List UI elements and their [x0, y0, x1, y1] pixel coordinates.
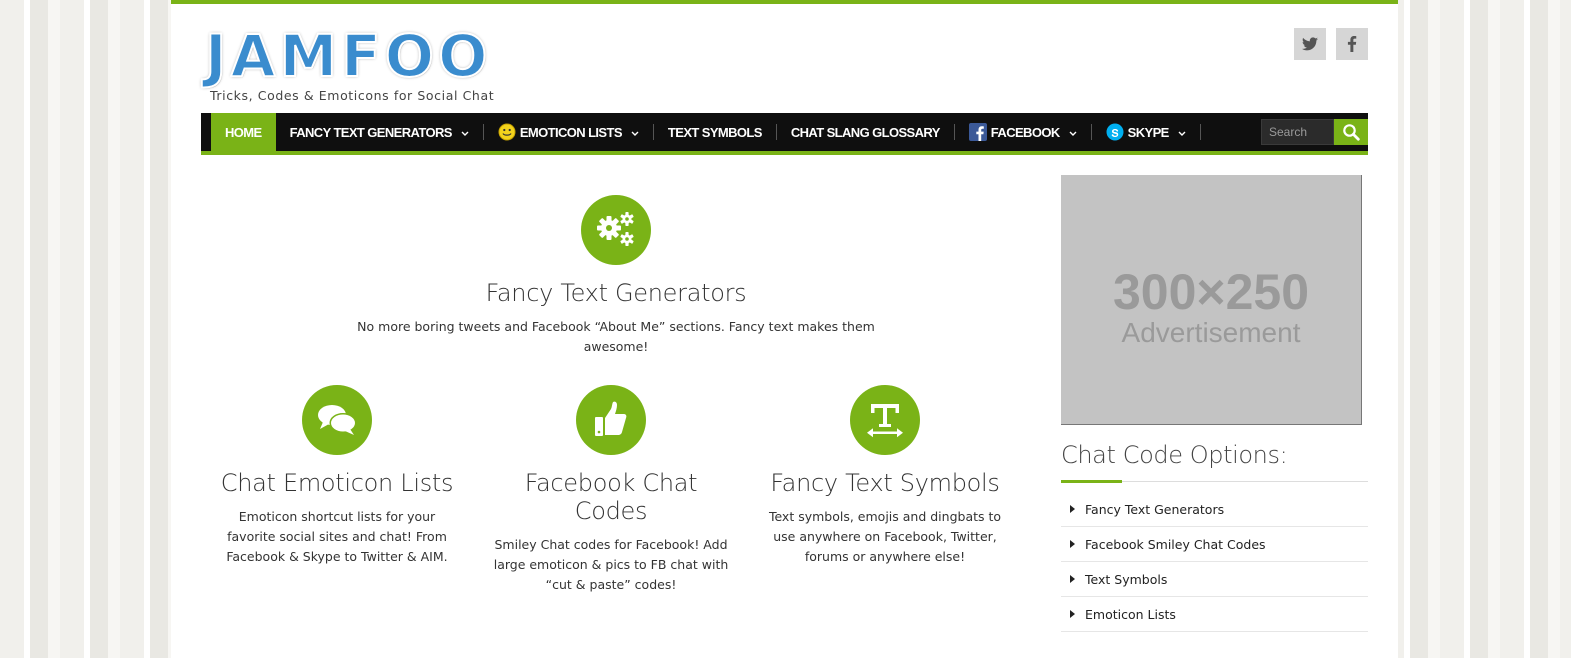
nav-fancy-text-label: FANCY TEXT GENERATORS — [289, 124, 453, 140]
ad-label-text: Advertisement — [1121, 317, 1301, 348]
twitter-icon — [1302, 37, 1318, 51]
feature-icon-circle[interactable] — [850, 385, 920, 455]
facebook-logo-icon — [968, 123, 987, 141]
ad-size-text: 300×250 — [1112, 264, 1310, 320]
feature-icon-circle[interactable] — [576, 385, 646, 455]
feature-title[interactable]: Chat Emoticon Lists — [215, 469, 459, 497]
feature-facebook-chat-codes: Facebook Chat Codes Smiley Chat codes fo… — [488, 385, 734, 595]
social-links — [1294, 28, 1368, 60]
feature-title[interactable]: Fancy Text Symbols — [763, 469, 1007, 497]
sidebar-link[interactable]: Facebook Smiley Chat Codes — [1061, 527, 1368, 562]
chevron-down-icon — [631, 125, 639, 140]
feature-description: Emoticon shortcut lists for your favorit… — [226, 509, 448, 564]
smiley-icon — [498, 123, 516, 141]
nav-divider — [1199, 124, 1201, 140]
feature-icon-circle[interactable] — [581, 195, 651, 265]
search-input[interactable] — [1261, 119, 1334, 145]
facebook-button[interactable] — [1336, 28, 1368, 60]
feature-title[interactable]: Facebook Chat Codes — [488, 469, 734, 525]
thumbs-up-icon — [595, 401, 627, 436]
nav-home[interactable]: HOME — [211, 113, 276, 151]
sidebar-heading-accent — [1061, 480, 1122, 483]
chat-bubbles-icon — [318, 405, 357, 435]
nav-skype-label: SKYPE — [1127, 124, 1170, 140]
chevron-down-icon — [461, 125, 469, 140]
feature-fancy-text-symbols: Fancy Text Symbols Text symbols, emojis … — [763, 385, 1007, 567]
twitter-button[interactable] — [1294, 28, 1326, 60]
nav-chat-slang-label: CHAT SLANG GLOSSARY — [790, 124, 941, 140]
search-icon — [1343, 124, 1360, 141]
logo-wordmark: JAMFOO — [204, 22, 492, 90]
search-form — [1261, 119, 1368, 145]
caret-right-icon — [1070, 540, 1075, 548]
sidebar-link-label: Fancy Text Generators — [1085, 501, 1225, 517]
caret-right-icon — [1070, 575, 1075, 583]
sidebar-heading: Chat Code Options: — [1061, 441, 1288, 469]
caret-right-icon — [1070, 610, 1075, 618]
search-button[interactable] — [1334, 119, 1368, 145]
caret-right-icon — [1070, 505, 1075, 513]
chevron-down-icon — [1069, 125, 1077, 140]
feature-description: Smiley Chat codes for Facebook! Add larg… — [493, 537, 729, 592]
nav-home-label: HOME — [225, 124, 262, 140]
nav-text-symbols-label: TEXT SYMBOLS — [667, 124, 763, 140]
logo-tagline: Tricks, Codes & Emoticons for Social Cha… — [210, 88, 495, 103]
sidebar-link[interactable]: Fancy Text Generators — [1061, 492, 1368, 527]
advertisement-placeholder[interactable]: 300×250 Advertisement — [1061, 175, 1362, 425]
feature-chat-emoticon-lists: Chat Emoticon Lists Emoticon shortcut li… — [215, 385, 459, 567]
sidebar-link[interactable]: Text Symbols — [1061, 562, 1368, 597]
feature-fancy-text-generators: Fancy Text Generators No more boring twe… — [331, 195, 901, 357]
nav-emoticon-label: EMOTICON LISTS — [519, 124, 623, 140]
nav-facebook[interactable]: FACEBOOK — [955, 113, 1091, 151]
feature-title[interactable]: Fancy Text Generators — [331, 279, 901, 307]
skype-logo-icon — [1106, 123, 1124, 141]
feature-icon-circle[interactable] — [302, 385, 372, 455]
nav-skype[interactable]: SKYPE — [1092, 113, 1200, 151]
sidebar-link[interactable]: Emoticon Lists — [1061, 597, 1368, 632]
text-height-icon — [867, 404, 903, 438]
feature-description: Text symbols, emojis and dingbats to use… — [768, 509, 1002, 564]
nav-fancy-text-generators[interactable]: FANCY TEXT GENERATORS — [276, 113, 483, 151]
sidebar-link-label: Facebook Smiley Chat Codes — [1085, 536, 1266, 552]
main-navigation: HOME FANCY TEXT GENERATORS EMOTICON LIST… — [201, 113, 1368, 155]
feature-description: No more boring tweets and Facebook “Abou… — [357, 319, 875, 354]
nav-facebook-label: FACEBOOK — [990, 124, 1060, 140]
nav-chat-slang-glossary[interactable]: CHAT SLANG GLOSSARY — [777, 113, 954, 151]
nav-text-symbols[interactable]: TEXT SYMBOLS — [654, 113, 776, 151]
page-container: JAMFOO Tricks, Codes & Emoticons for Soc… — [171, 0, 1398, 658]
sidebar-link-label: Text Symbols — [1085, 571, 1168, 587]
sidebar-links: Fancy Text Generators Facebook Smiley Ch… — [1061, 492, 1368, 632]
chevron-down-icon — [1178, 125, 1186, 140]
nav-emoticon-lists[interactable]: EMOTICON LISTS — [484, 113, 653, 151]
site-logo[interactable]: JAMFOO Tricks, Codes & Emoticons for Soc… — [204, 22, 495, 103]
sidebar-link-label: Emoticon Lists — [1085, 606, 1176, 622]
gears-icon — [597, 212, 634, 246]
facebook-icon — [1347, 36, 1357, 52]
